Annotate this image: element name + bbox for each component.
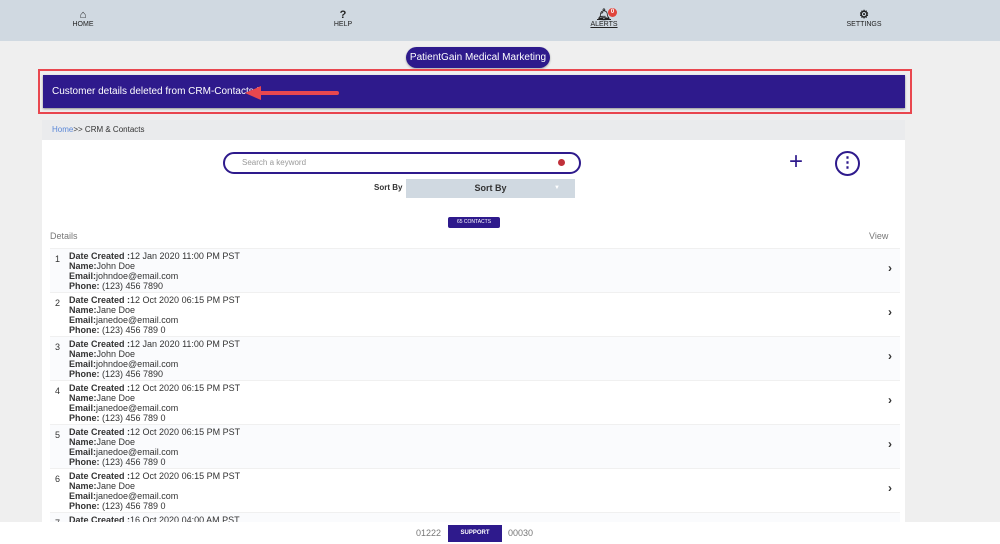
- contact-date: Date Created :12 Jan 2020 11:00 PM PST: [69, 339, 240, 349]
- breadcrumb-current: CRM & Contacts: [84, 125, 145, 134]
- contact-date: Date Created :12 Oct 2020 06:15 PM PST: [69, 383, 241, 393]
- footer-left-code: 01222: [416, 528, 442, 538]
- contact-date: Date Created :12 Oct 2020 06:15 PM PST: [69, 427, 241, 437]
- breadcrumb-sep: >>: [73, 125, 83, 134]
- footer: 01222 SUPPORT 00030: [0, 522, 1000, 544]
- contacts-count-badge: 65 CONTACTS: [448, 217, 500, 228]
- contact-email: Email:johndoe@email.com: [69, 359, 179, 369]
- contact-row[interactable]: 5 Date Created :12 Oct 2020 06:15 PM PST N…: [50, 424, 900, 468]
- contact-name: Name:Jane Doe: [69, 393, 136, 403]
- bell-icon: 🔔︎ 0: [564, 8, 644, 21]
- footer-right-code: 00030: [508, 528, 534, 538]
- nav-help[interactable]: ? HELP: [303, 9, 383, 29]
- arrow-annotation: [245, 86, 339, 100]
- contact-row[interactable]: 1 Date Created :12 Jan 2020 11:00 PM PST N…: [50, 248, 900, 292]
- search-placeholder: Search a keyword: [242, 158, 307, 167]
- nav-settings-label: SETTINGS: [846, 21, 882, 28]
- contact-date: Date Created :12 Oct 2020 06:15 PM PST: [69, 295, 241, 305]
- row-number: 4: [55, 386, 61, 396]
- nav-alerts-label: ALERTS: [590, 21, 618, 28]
- home-icon: ⌂: [79, 9, 87, 21]
- contact-date: Date Created :12 Jan 2020 11:00 PM PST: [69, 251, 240, 261]
- nav-settings[interactable]: ⚙ SETTINGS: [824, 9, 904, 29]
- clear-search-icon[interactable]: [558, 159, 565, 166]
- chevron-right-icon[interactable]: ›: [888, 262, 892, 274]
- support-button[interactable]: SUPPORT: [448, 525, 502, 542]
- contact-row[interactable]: 3 Date Created :12 Jan 2020 11:00 PM PST N…: [50, 336, 900, 380]
- contact-phone: Phone: (123) 456 7890: [69, 281, 164, 291]
- contact-list: 1 Date Created :12 Jan 2020 11:00 PM PST N…: [50, 248, 900, 522]
- contact-email: Email:janedoe@email.com: [69, 447, 179, 457]
- sort-label: Sort By: [374, 183, 403, 192]
- row-number: 3: [55, 342, 61, 352]
- row-number: 6: [55, 474, 61, 484]
- contact-row[interactable]: 4 Date Created :12 Oct 2020 06:15 PM PST N…: [50, 380, 900, 424]
- gear-icon: ⚙: [859, 9, 869, 21]
- row-number: 5: [55, 430, 61, 440]
- contact-name: Name:John Doe: [69, 261, 136, 271]
- contact-phone: Phone: (123) 456 789 0: [69, 501, 166, 511]
- contact-email: Email:janedoe@email.com: [69, 491, 179, 501]
- contact-row[interactable]: 6 Date Created :12 Oct 2020 06:15 PM PST N…: [50, 468, 900, 512]
- contact-date: Date Created :16 Oct 2020 04:00 AM PST: [69, 515, 240, 522]
- alert-banner: Customer details deleted from CRM-Contac…: [43, 75, 905, 108]
- chevron-right-icon[interactable]: ›: [888, 438, 892, 450]
- contact-phone: Phone: (123) 456 789 0: [69, 413, 166, 423]
- contact-email: Email:johndoe@email.com: [69, 271, 179, 281]
- question-icon: ?: [339, 9, 347, 21]
- row-number: 2: [55, 298, 61, 308]
- more-options-button[interactable]: ⋮: [835, 151, 860, 176]
- nav-home-label: HOME: [72, 21, 94, 28]
- contact-name: Name:Jane Doe: [69, 437, 136, 447]
- chevron-down-icon: ▼: [554, 185, 560, 191]
- sort-select[interactable]: Sort By ▼: [406, 179, 575, 198]
- alert-message: Customer details deleted from CRM-Contac…: [52, 86, 260, 97]
- contact-phone: Phone: (123) 456 7890: [69, 369, 164, 379]
- chevron-right-icon[interactable]: ›: [888, 306, 892, 318]
- chevron-right-icon[interactable]: ›: [888, 350, 892, 362]
- contact-name: Name:Jane Doe: [69, 481, 136, 491]
- contact-name: Name:John Doe: [69, 349, 136, 359]
- contact-date: Date Created :12 Oct 2020 06:15 PM PST: [69, 471, 241, 481]
- details-header: Details: [50, 231, 78, 241]
- contact-email: Email:janedoe@email.com: [69, 315, 179, 325]
- breadcrumb: Home>> CRM & Contacts: [42, 120, 905, 140]
- breadcrumb-home[interactable]: Home: [52, 125, 73, 134]
- sort-selected: Sort By: [474, 183, 507, 193]
- add-contact-button[interactable]: +: [789, 148, 803, 176]
- top-nav: ⌂ HOME ? HELP 🔔︎ 0 ALERTS ⚙ SETTINGS: [0, 0, 1000, 41]
- nav-alerts[interactable]: 🔔︎ 0 ALERTS: [564, 8, 644, 28]
- nav-help-label: HELP: [333, 21, 353, 28]
- brand-pill[interactable]: PatientGain Medical Marketing: [406, 47, 550, 68]
- crm-panel: Home>> CRM & Contacts Search a keyword +…: [42, 120, 905, 522]
- search-input[interactable]: Search a keyword: [223, 152, 581, 174]
- contact-row[interactable]: 7Date Created :16 Oct 2020 04:00 AM PST›: [50, 512, 900, 522]
- alerts-badge: 0: [608, 8, 617, 17]
- view-header: View: [869, 231, 889, 241]
- row-number: 1: [55, 254, 61, 264]
- contact-email: Email:janedoe@email.com: [69, 403, 179, 413]
- contact-name: Name:Jane Doe: [69, 305, 136, 315]
- contact-phone: Phone: (123) 456 789 0: [69, 457, 166, 467]
- chevron-right-icon[interactable]: ›: [888, 394, 892, 406]
- nav-home[interactable]: ⌂ HOME: [43, 9, 123, 29]
- chevron-right-icon[interactable]: ›: [888, 482, 892, 494]
- contact-phone: Phone: (123) 456 789 0: [69, 325, 166, 335]
- contact-row[interactable]: 2 Date Created :12 Oct 2020 06:15 PM PST N…: [50, 292, 900, 336]
